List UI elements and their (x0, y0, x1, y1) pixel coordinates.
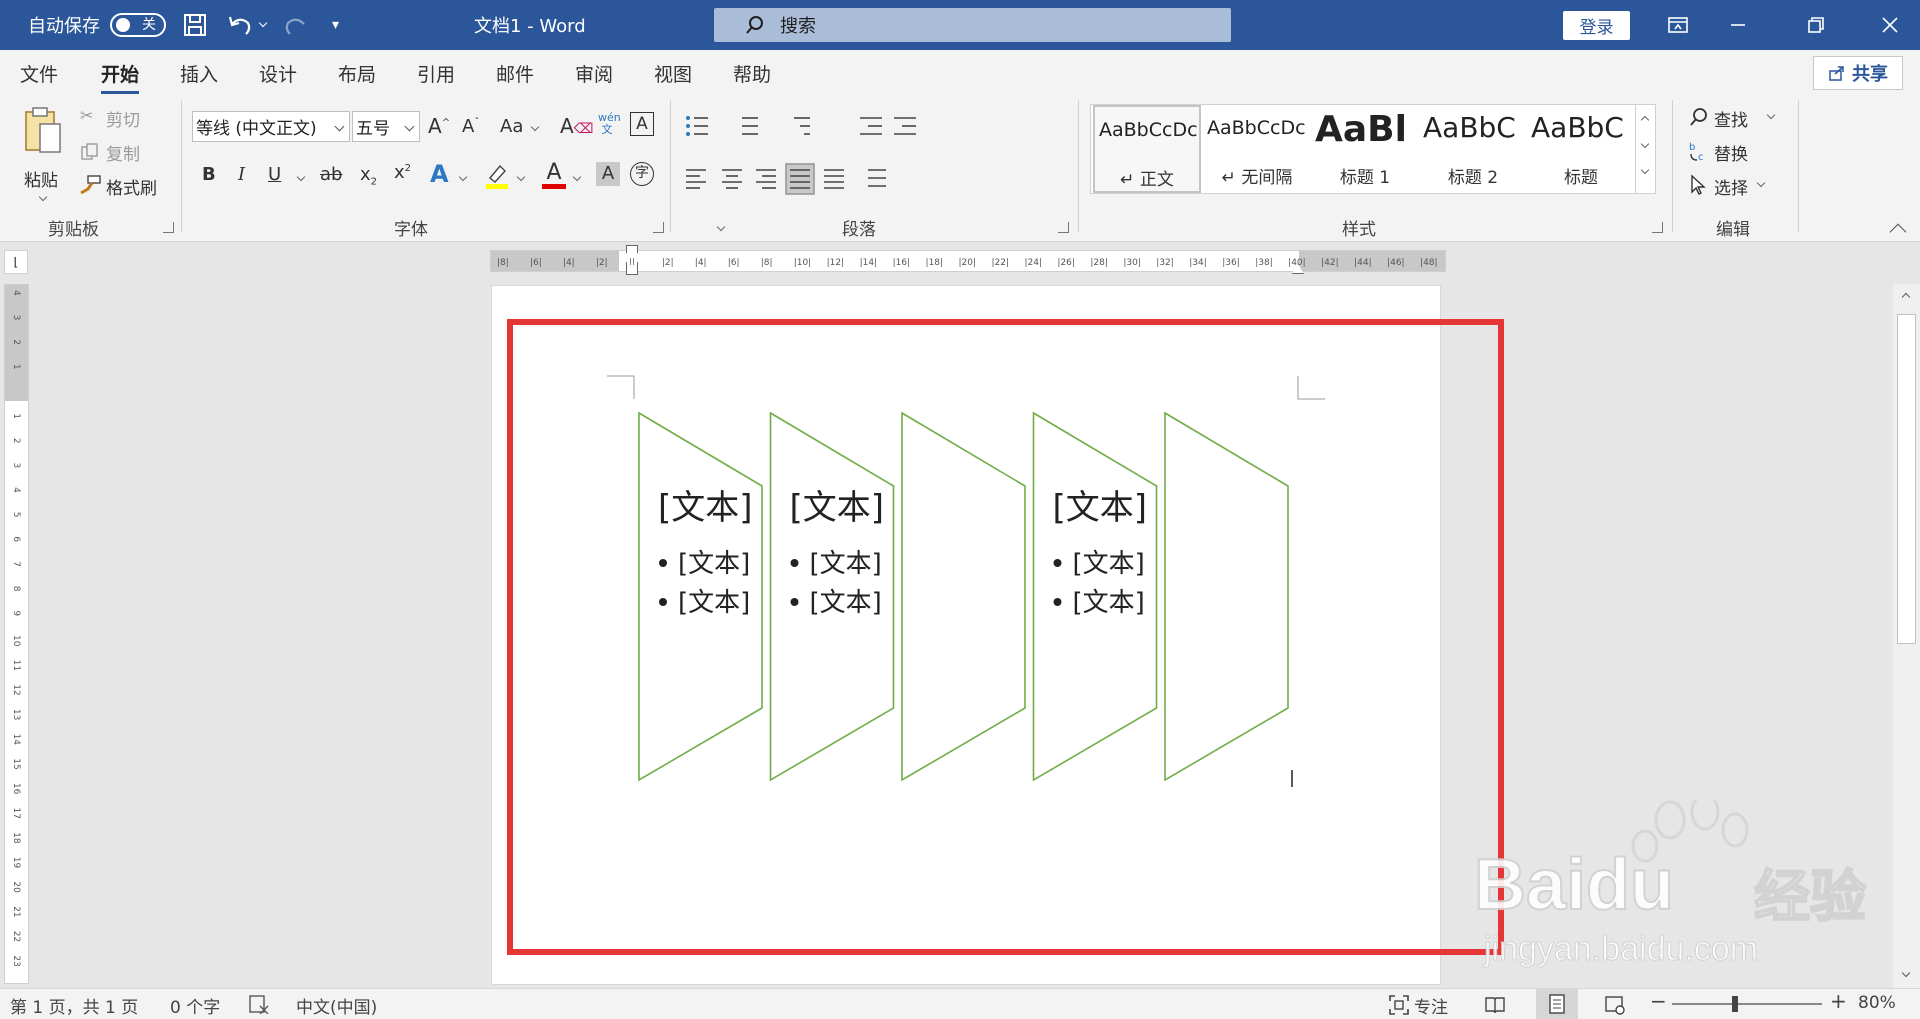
zoom-slider[interactable] (1672, 996, 1822, 1012)
focus-label: 专注 (1414, 998, 1448, 1018)
proofing-icon[interactable] (248, 994, 270, 1015)
baidu-watermark: Baidu 经验 jingyan.baidu.com (1470, 800, 1920, 980)
print-layout-icon[interactable] (1536, 989, 1578, 1019)
watermark-brand: Bai (1473, 844, 1587, 926)
watermark-cn: 经验 (1753, 864, 1867, 931)
focus-mode-button[interactable]: 专注 (1388, 991, 1458, 1018)
focus-icon (1389, 995, 1409, 1015)
scroll-up-icon[interactable] (1901, 292, 1911, 302)
zoom-level[interactable]: 80% (1858, 993, 1896, 1013)
watermark-url: jingyan.baidu.com (1483, 930, 1759, 969)
scroll-thumb[interactable] (1897, 314, 1916, 644)
highlight-rectangle (507, 319, 1504, 955)
zoom-in-icon[interactable]: + (1830, 989, 1847, 1013)
web-layout-icon[interactable] (1604, 994, 1626, 1016)
language[interactable]: 中文(中国) (296, 993, 377, 1018)
zoom-out-icon[interactable]: − (1650, 989, 1667, 1013)
page-count[interactable]: 第 1 页，共 1 页 (10, 993, 138, 1018)
watermark-brand2: du (1585, 844, 1675, 926)
word-count[interactable]: 0 个字 (170, 993, 220, 1018)
status-bar: 第 1 页，共 1 页 0 个字 中文(中国) 专注 − + 80% (0, 988, 1920, 1019)
read-mode-icon[interactable] (1484, 995, 1506, 1015)
zoom-slider-thumb[interactable] (1732, 996, 1738, 1012)
